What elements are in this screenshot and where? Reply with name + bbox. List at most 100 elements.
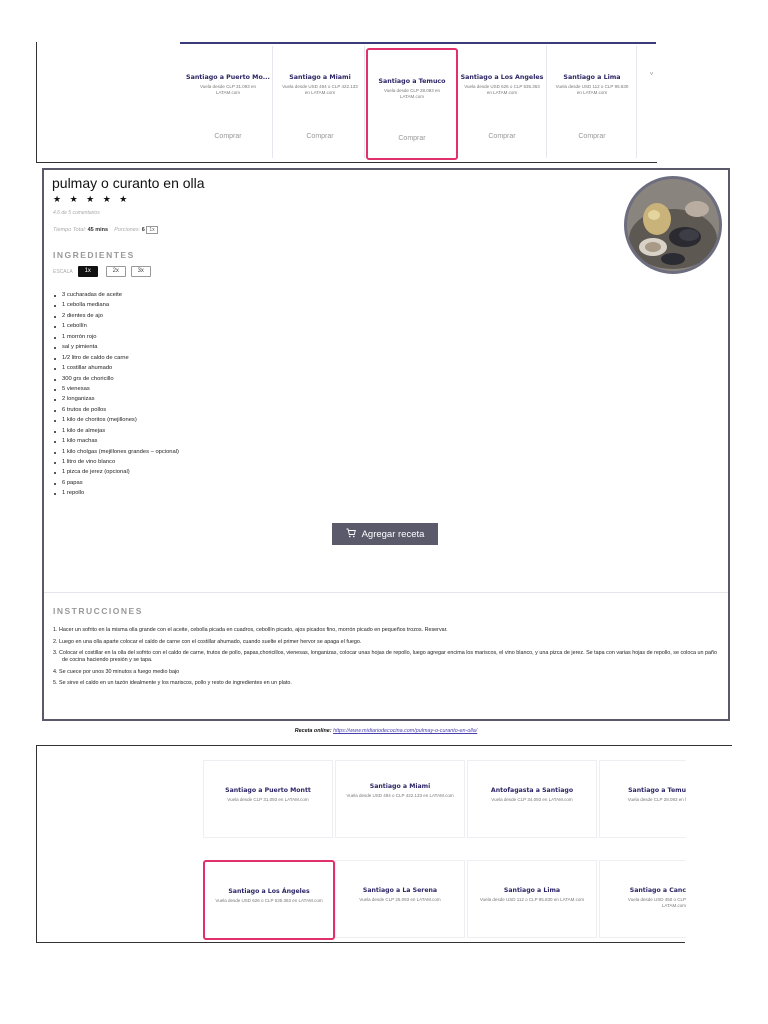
total-time-value: 45 mins xyxy=(87,227,109,233)
add-recipe-button[interactable]: Agregar receta xyxy=(332,523,438,545)
list-item: 5 vienesas xyxy=(53,384,179,394)
flight-price: Vuela desde USD 112 o CLP 95.830 en LATA… xyxy=(555,84,629,95)
flight-price: Vuela desde USD 494 o CLP 422.133 en LAT… xyxy=(282,84,358,95)
flight-card[interactable]: Antofagasta a Santiago Vuela desde CLP 3… xyxy=(467,760,597,838)
portions-scale-button[interactable]: 1x xyxy=(146,226,158,234)
recipe-card: pulmay o curanto en olla ★ ★ ★ ★ ★ 4.6 d… xyxy=(42,168,730,734)
flight-price: V xyxy=(650,71,654,76)
recipe-photo xyxy=(624,176,722,274)
top-flight-carousel: Santiago a Puerto Mo... Vuela desde CLP … xyxy=(180,42,656,162)
recipe-title: pulmay o curanto en olla xyxy=(52,175,205,191)
flight-card-partial[interactable]: Santiago a Temu Vuela desde CLP 28.093 e… xyxy=(599,760,686,838)
flight-title: Santiago a Los Ángeles xyxy=(228,888,310,895)
flight-price: Vuela desde USD 494 o CLP 422.133 en LAT… xyxy=(346,793,454,798)
flight-title: Santiago a La Serena xyxy=(362,887,438,894)
list-item: 300 grs de choricillo xyxy=(53,374,179,384)
flight-card[interactable]: Santiago a Lima Vuela desde USD 112 o CL… xyxy=(548,46,637,158)
flight-title: Santiago a Temuco xyxy=(378,78,446,85)
scale-2x-button[interactable]: 2x xyxy=(105,266,126,277)
scale-3x-button[interactable]: 3x xyxy=(130,266,151,277)
total-time-label: Tiempo Total: xyxy=(53,227,87,233)
recipe-online-link[interactable]: https://www.midiariodecocina.com/pulmay-… xyxy=(333,728,477,734)
flight-card[interactable]: Santiago a Lima Vuela desde USD 112 o CL… xyxy=(467,860,597,938)
flight-title: Antofagasta a Santiago xyxy=(490,787,574,794)
portions-value: 6 xyxy=(141,227,145,233)
flight-title: Santiago a Canc xyxy=(629,887,686,894)
list-item: 2 longanizas xyxy=(53,394,179,404)
list-item: 1 kilo de choritos (mejillones) xyxy=(53,415,179,425)
scale-label: ESCALA xyxy=(53,268,73,275)
buy-button[interactable]: Comprar xyxy=(368,135,456,142)
flight-card[interactable]: Santiago a Puerto Montt Vuela desde CLP … xyxy=(203,760,333,838)
buy-button[interactable]: Comprar xyxy=(276,133,364,140)
flight-price: Vuela desde USD 626 o CLP 535.363 en LAT… xyxy=(464,84,540,95)
flight-title: Santiago a Puerto Mo... xyxy=(186,74,270,81)
list-item: 1 costillar ahumado xyxy=(53,363,179,373)
list-item: 1 kilo de almejas xyxy=(53,426,179,436)
instruction-step: 5. Se sirve el caldo en un tazón idealme… xyxy=(53,680,292,686)
flight-title: Santiago a Miami xyxy=(289,74,351,81)
flight-card[interactable]: Santiago a Puerto Mo... Vuela desde CLP … xyxy=(184,46,273,158)
flight-price: Vuela desde CLP 28.093 en LATAM.com xyxy=(383,88,441,99)
flight-card[interactable]: Santiago a Miami Vuela desde USD 494 o C… xyxy=(335,760,465,838)
rating-text: 4.6 de 5 comentarios xyxy=(53,210,100,216)
add-recipe-label: Agregar receta xyxy=(361,528,425,540)
recipe-online-label: Receta online xyxy=(294,728,330,734)
buy-button[interactable]: Comprar xyxy=(548,133,636,140)
section-divider xyxy=(44,592,728,593)
ad-top-border xyxy=(684,745,732,746)
buy-button[interactable]: Comprar xyxy=(458,133,546,140)
flight-title: Santiago a Los Ángeles xyxy=(460,74,544,81)
list-item: 6 papas xyxy=(53,478,179,488)
recipe-online: Receta online: https://www.midiariodecoc… xyxy=(44,728,728,734)
list-item: 1 pizca de jerez (opcional) xyxy=(53,467,179,477)
flight-price: Vuela desde USD 112 o CLP 95.830 en LATA… xyxy=(479,897,585,902)
flight-title: Santiago a Lima xyxy=(563,74,621,81)
flight-price: Vuela desde USD 450 o CLP LATAM.com xyxy=(627,897,686,908)
list-item: 1 kilo cholgas (mejillones grandes – opc… xyxy=(53,447,179,457)
flight-card[interactable]: Santiago a Miami Vuela desde USD 494 o C… xyxy=(276,46,365,158)
flight-card[interactable]: Santiago a Los Ángeles Vuela desde USD 6… xyxy=(458,46,547,158)
flight-price: Vuela desde USD 626 o CLP 535.363 en LAT… xyxy=(215,898,323,903)
scale-1x-button[interactable]: 1x xyxy=(77,266,98,277)
recipe-meta: Tiempo Total: 45 mins Porciones: 6 1x xyxy=(53,226,158,234)
list-item: 1/2 litro de caldo de carne xyxy=(53,353,179,363)
list-item: sal y pimienta xyxy=(53,342,179,352)
scale-selector: ESCALA 1x 2x 3x xyxy=(53,266,151,277)
rating-stars[interactable]: ★ ★ ★ ★ ★ xyxy=(53,194,130,205)
instructions-list: 1. Hacer un sofrito en la misma olla gra… xyxy=(53,627,718,692)
list-item: 3 cucharadas de aceite xyxy=(53,290,179,300)
instruction-step: 3. Colocar el costillar en la olla del s… xyxy=(53,650,718,663)
ingredients-heading: INGREDIENTES xyxy=(53,250,135,260)
flight-price: Vuela desde CLP 34.093 en LATAM.com xyxy=(491,797,573,802)
bottom-flight-ad: Santiago a Puerto Montt Vuela desde CLP … xyxy=(36,745,686,943)
flight-title: Santiago a Miami xyxy=(369,783,431,790)
instructions-heading: INSTRUCCIONES xyxy=(53,606,143,616)
curanto-photo-icon xyxy=(627,179,719,271)
list-item: 1 repollo xyxy=(53,488,179,498)
list-item: 1 kilo machas xyxy=(53,436,179,446)
instruction-step: 1. Hacer un sofrito en la misma olla gra… xyxy=(53,627,448,633)
flight-card-selected[interactable]: Santiago a Los Ángeles Vuela desde USD 6… xyxy=(203,860,335,940)
list-item: 1 cebolla mediana xyxy=(53,300,179,310)
list-item: 6 trutos de pollos xyxy=(53,405,179,415)
cart-icon xyxy=(346,528,356,540)
flight-card-selected[interactable]: Santiago a Temuco Vuela desde CLP 28.093… xyxy=(366,48,458,160)
flight-card-partial[interactable]: Santiago a Canc Vuela desde USD 450 o CL… xyxy=(599,860,686,938)
instruction-step: 4. Se cuece por unos 30 minutos a fuego … xyxy=(53,668,180,675)
flight-price: Vuela desde CLP 31.093 en LATAM.com xyxy=(199,84,257,95)
buy-button[interactable]: Comprar xyxy=(184,133,272,140)
list-item: 1 cebollín xyxy=(53,321,179,331)
flight-title: Santiago a Temu xyxy=(628,787,686,794)
list-item: 1 morrón rojo xyxy=(53,332,179,342)
instruction-step: 2. Luego en una olla aparte colocar el c… xyxy=(53,638,362,645)
list-item: 2 dientes de ajo xyxy=(53,311,179,321)
list-item: 1 litro de vino blanco xyxy=(53,457,179,467)
flight-price: Vuela desde CLP 28.093 en l xyxy=(627,797,686,802)
flight-title: Santiago a Lima xyxy=(503,887,561,894)
flight-price: Vuela desde CLP 25.093 en LATAM.com xyxy=(359,897,441,902)
flight-card-partial[interactable]: V xyxy=(640,46,656,158)
flight-title: Santiago a Puerto Montt xyxy=(225,787,311,794)
portions-label: Porciones: xyxy=(114,227,141,233)
flight-card[interactable]: Santiago a La Serena Vuela desde CLP 25.… xyxy=(335,860,465,938)
